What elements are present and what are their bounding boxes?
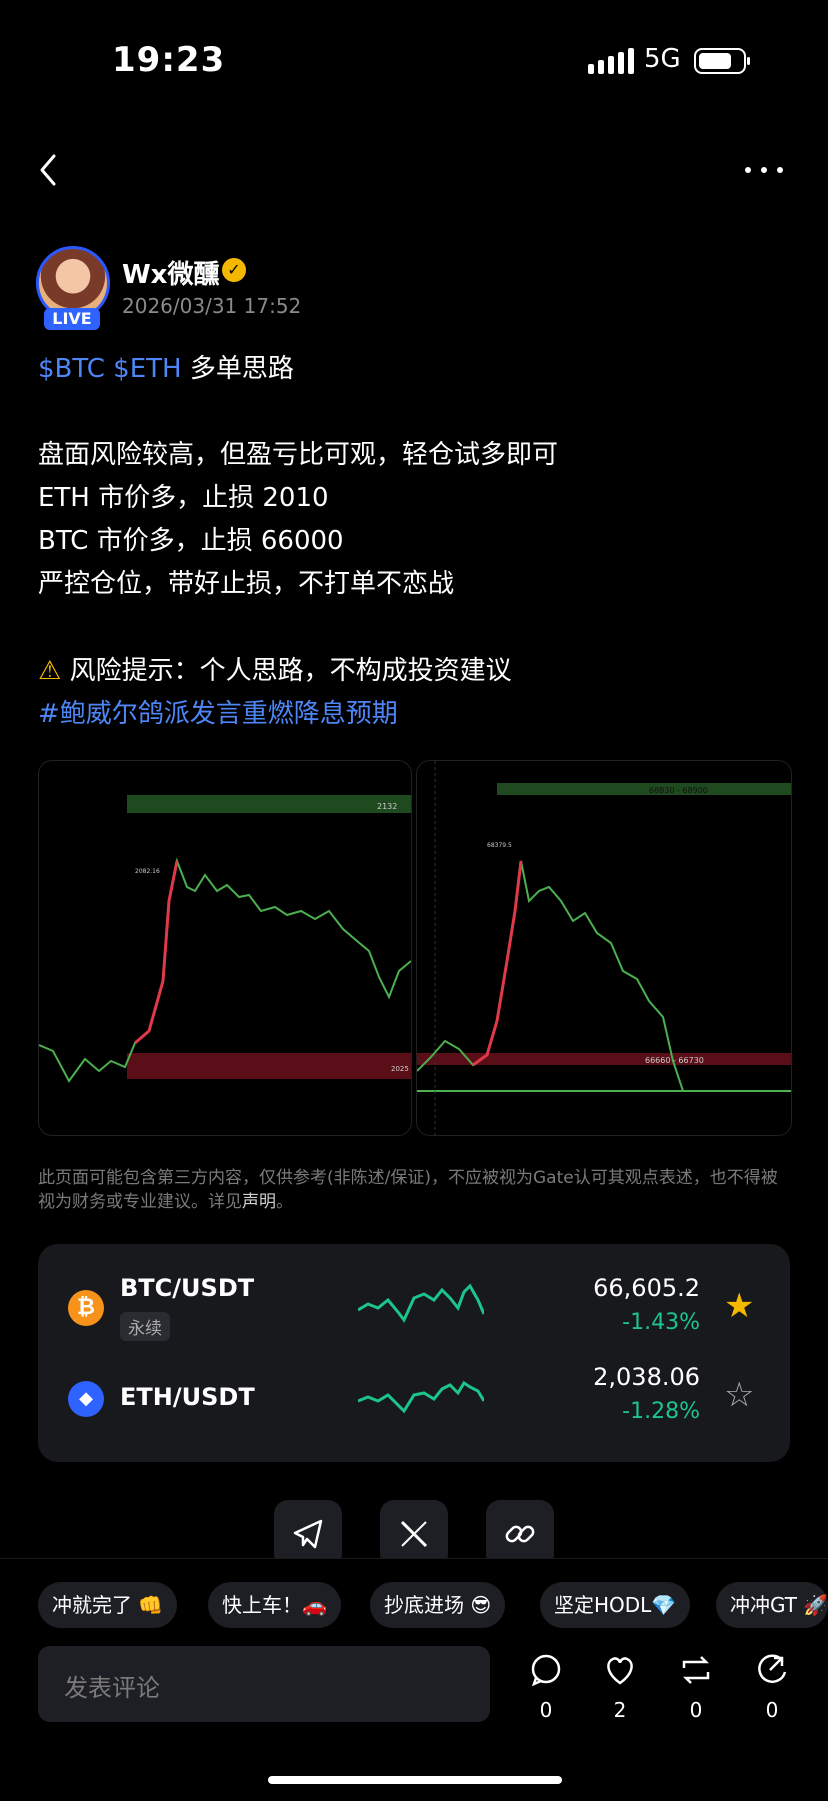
sparkline — [358, 1380, 484, 1414]
coin-tags[interactable]: $BTC $ETH — [38, 354, 182, 384]
post-image-eth-chart[interactable]: 2132 2082.16 2025 — [38, 760, 412, 1136]
star-filled-icon[interactable]: ★ — [724, 1286, 754, 1326]
candlestick-chart-image: 68830 - 68900 68379.5 66660 - 66730 — [417, 761, 791, 1135]
svg-text:66660 - 66730: 66660 - 66730 — [645, 1056, 704, 1065]
link-icon — [505, 1525, 535, 1543]
quick-reply-chip[interactable]: 抄底进场 😎 — [370, 1582, 506, 1628]
market-card: ₿ BTC/USDT 永续 66,605.2 -1.43% ★ ◆ ETH/US… — [38, 1244, 790, 1462]
warning-icon: ⚠ — [38, 656, 62, 686]
share-icon — [758, 1654, 787, 1683]
repost-icon — [682, 1656, 710, 1684]
quick-reply-chip[interactable]: 冲冲GT 🚀 — [716, 1582, 828, 1628]
quick-reply-chip[interactable]: 冲就完了 👊 — [38, 1582, 178, 1628]
post-line: 严控仓位，带好止损，不打单不恋战 — [38, 569, 455, 599]
more-button[interactable] — [740, 150, 790, 190]
price: 2,038.06 — [593, 1363, 700, 1391]
comment-placeholder: 发表评论 — [64, 1674, 160, 1702]
telegram-icon — [293, 1519, 323, 1549]
more-icon — [745, 167, 783, 173]
network-type: 5G — [644, 44, 681, 74]
risk-line: ⚠ 风险提示：个人思路，不构成投资建议 — [38, 656, 512, 686]
signal-icon — [588, 48, 634, 74]
home-indicator[interactable] — [268, 1776, 562, 1784]
back-button[interactable] — [30, 150, 70, 190]
svg-text:2132: 2132 — [377, 802, 397, 811]
price-change: -1.28% — [622, 1399, 700, 1424]
post-image-btc-chart[interactable]: 68830 - 68900 68379.5 66660 - 66730 — [416, 760, 792, 1136]
like-button[interactable]: 2 — [600, 1652, 640, 1722]
ethereum-icon: ◆ — [68, 1381, 104, 1417]
statement-link[interactable]: 声明 — [242, 1192, 276, 1212]
star-outline-icon[interactable]: ☆ — [724, 1375, 754, 1415]
post-line: ETH 市价多，止损 2010 — [38, 483, 329, 513]
disclaimer: 此页面可能包含第三方内容，仅供参考(非陈述/保证)，不应被视为Gate认可其观点… — [38, 1168, 778, 1212]
price: 66,605.2 — [593, 1274, 700, 1302]
candlestick-chart-image: 2132 2082.16 2025 — [39, 795, 411, 1083]
market-row-eth[interactable]: ◆ ETH/USDT 2,038.06 -1.28% ☆ — [38, 1353, 790, 1462]
author-name[interactable]: Wx微醺 — [122, 254, 219, 291]
share-button[interactable]: 0 — [752, 1652, 792, 1722]
battery-icon — [694, 48, 750, 74]
comment-button[interactable]: 0 — [526, 1652, 566, 1722]
post-line: BTC 市价多，止损 66000 — [38, 526, 344, 556]
topic-hashtag[interactable]: #鲍威尔鸽派发言重燃降息预期 — [38, 693, 398, 730]
quick-reply-chip[interactable]: 坚定HODL💎 — [540, 1582, 691, 1628]
chevron-left-icon — [40, 154, 56, 186]
post-title: $BTC $ETH 多单思路 — [38, 354, 294, 384]
svg-text:2025: 2025 — [391, 1065, 409, 1073]
price-change: -1.43% — [622, 1310, 700, 1335]
status-time: 19:23 — [112, 40, 226, 80]
x-icon — [400, 1520, 428, 1548]
svg-text:68379.5: 68379.5 — [487, 842, 512, 849]
pair-name: BTC/USDT — [120, 1274, 255, 1302]
contract-tag: 永续 — [120, 1312, 170, 1341]
verified-icon: ✓ — [222, 258, 246, 282]
svg-text:2082.16: 2082.16 — [135, 868, 160, 875]
post-date: 2026/03/31 17:52 — [122, 294, 302, 318]
sparkline — [358, 1283, 484, 1323]
svg-text:68830 - 68900: 68830 - 68900 — [649, 786, 708, 795]
comment-icon — [531, 1654, 561, 1687]
live-badge: LIVE — [44, 308, 100, 330]
post-line: 盘面风险较高，但盈亏比可观，轻仓试多即可 — [38, 440, 559, 470]
heart-icon — [607, 1657, 633, 1685]
pair-name: ETH/USDT — [120, 1383, 255, 1411]
repost-button[interactable]: 0 — [676, 1652, 716, 1722]
bitcoin-icon: ₿ — [68, 1290, 104, 1326]
quick-reply-chip[interactable]: 快上车！🚗 — [208, 1582, 341, 1628]
market-row-btc[interactable]: ₿ BTC/USDT 永续 66,605.2 -1.43% ★ — [38, 1244, 790, 1353]
